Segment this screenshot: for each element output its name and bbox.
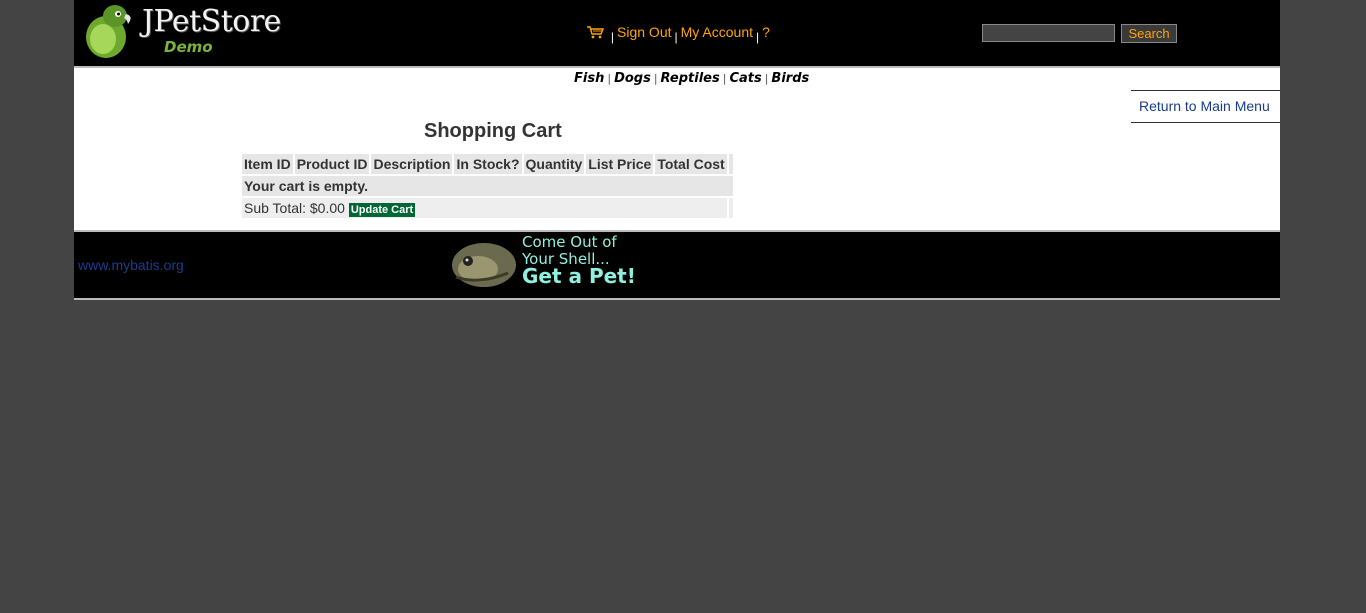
column-header: Item ID	[242, 154, 293, 174]
quicklink-dogs[interactable]: Dogs	[614, 71, 651, 86]
back-link-container: Return to Main Menu	[1131, 90, 1280, 123]
quicklink-reptiles[interactable]: Reptiles	[661, 71, 720, 86]
content: Fish | Dogs | Reptiles | Cats | Birds Return to …	[74, 68, 1280, 230]
banner-line-1: Come Out of	[522, 233, 617, 251]
logo-subtitle: Demo	[164, 38, 213, 56]
quicklink-separator: |	[607, 72, 612, 85]
subtotal-blank-cell	[728, 198, 733, 218]
subtotal-cell: Sub Total: $0.00 Update Cart	[242, 198, 727, 218]
category-quicklinks: Fish | Dogs | Reptiles | Cats | Birds	[574, 71, 809, 86]
parrot-icon	[86, 5, 131, 58]
help-link[interactable]: ?	[762, 24, 770, 40]
lizard-icon	[452, 243, 516, 287]
column-header-blank	[728, 154, 733, 174]
search-button[interactable]: Search	[1121, 24, 1177, 43]
column-header: Total Cost	[655, 154, 727, 174]
page-title: Shopping Cart	[424, 120, 562, 142]
column-header: List Price	[586, 154, 654, 174]
quicklink-birds[interactable]: Birds	[771, 71, 809, 86]
quicklink-separator: |	[722, 72, 727, 85]
header: JPetStore Demo | Sign Out | My Account |? Se…	[74, 0, 1280, 68]
quicklink-fish[interactable]: Fish	[574, 71, 604, 86]
subtotal-label: Sub Total: $0.00	[244, 199, 345, 216]
column-header: In Stock?	[454, 154, 522, 174]
logo-title: JPetStore	[142, 4, 281, 39]
column-header: Product ID	[294, 154, 370, 174]
quicklink-separator: |	[653, 72, 658, 85]
menu-separator: |	[674, 30, 678, 44]
header-menu: | Sign Out | My Account |?	[586, 24, 770, 44]
table-row: Your cart is empty.	[242, 176, 733, 196]
quicklink-cats[interactable]: Cats	[729, 71, 761, 86]
update-cart-button[interactable]: Update Cart	[348, 202, 416, 217]
empty-cart-message: Your cart is empty.	[242, 176, 733, 196]
return-to-main-menu-link[interactable]: Return to Main Menu	[1139, 98, 1270, 114]
sign-out-link[interactable]: Sign Out	[617, 24, 671, 40]
shopping-cart-icon[interactable]	[586, 24, 608, 40]
banner-line-3: Get a Pet!	[522, 264, 636, 288]
my-account-link[interactable]: My Account	[681, 24, 753, 40]
table-header-row: Item ID Product ID Description In Stock?…	[242, 154, 733, 174]
search-form: Search	[982, 24, 1177, 43]
search-input[interactable]	[982, 24, 1115, 42]
menu-separator: |	[756, 30, 760, 44]
subtotal-row: Sub Total: $0.00 Update Cart	[242, 198, 733, 218]
promo-banner[interactable]: Come Out of Your Shell... Get a Pet!	[448, 233, 658, 293]
quicklink-separator: |	[764, 72, 769, 85]
cart-table: Item ID Product ID Description In Stock?…	[240, 152, 735, 220]
mybatis-link[interactable]: www.mybatis.org	[78, 257, 184, 273]
page: JPetStore Demo | Sign Out | My Account |? Se…	[74, 0, 1280, 300]
jpetstore-logo[interactable]: JPetStore Demo	[84, 2, 304, 60]
footer: www.mybatis.org Come Out of Your Shell..…	[74, 230, 1280, 300]
column-header: Description	[371, 154, 453, 174]
menu-separator: |	[610, 30, 615, 44]
column-header: Quantity	[523, 154, 585, 174]
footer-link-container: www.mybatis.org	[78, 257, 184, 273]
